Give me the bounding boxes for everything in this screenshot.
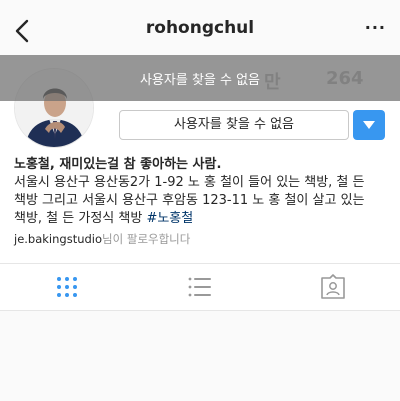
hashtag-link[interactable]: #노홍철: [146, 211, 193, 226]
page-title: rohongchul: [145, 18, 255, 38]
bio-line-text: 책방, 철 든 가정식 책방: [14, 211, 147, 226]
more-options-button[interactable]: ···: [365, 18, 386, 37]
profile-tabs: [0, 264, 400, 310]
followed-by-user-link[interactable]: je.bakingstudio: [14, 232, 102, 246]
grid-icon: [57, 277, 77, 297]
bio-line: 책방, 철 든 가정식 책방 #노홍철: [14, 210, 392, 228]
tab-tagged[interactable]: [319, 274, 347, 300]
tab-list[interactable]: [186, 274, 214, 300]
tagged-icon: [321, 274, 345, 299]
list-icon: [188, 277, 211, 297]
triangle-down-icon: [363, 121, 375, 129]
bio-line: 책방 그리고 서울시 용산구 후암동 123-11 노 홍 철이 살고 있는: [14, 193, 365, 208]
profile-bio: 노홍철, 재미있는걸 참 좋아하는 사람. 서울시 용산구 용산동2가 1-92…: [14, 156, 392, 228]
followed-by: je.bakingstudio님이 팔로우합니다: [14, 231, 190, 247]
followed-by-suffix: 님이 팔로우합니다: [102, 232, 191, 246]
error-toast-text: 사용자를 찾을 수 없음: [139, 73, 261, 88]
tab-grid[interactable]: [53, 274, 81, 300]
suggested-accounts-button[interactable]: [353, 110, 385, 140]
bio-line: 서울시 용산구 용산동2가 1-92 노 홍 철이 들어 있는 책방, 철 든: [14, 175, 365, 190]
follow-button[interactable]: 사용자를 찾을 수 없음: [119, 110, 349, 140]
top-navigation-bar: rohongchul ···: [0, 0, 400, 60]
posts-area: [0, 311, 400, 401]
error-toast: 사용자를 찾을 수 없음: [0, 55, 400, 101]
bio-name: 노홍철, 재미있는걸 참 좋아하는 사람.: [14, 157, 222, 172]
